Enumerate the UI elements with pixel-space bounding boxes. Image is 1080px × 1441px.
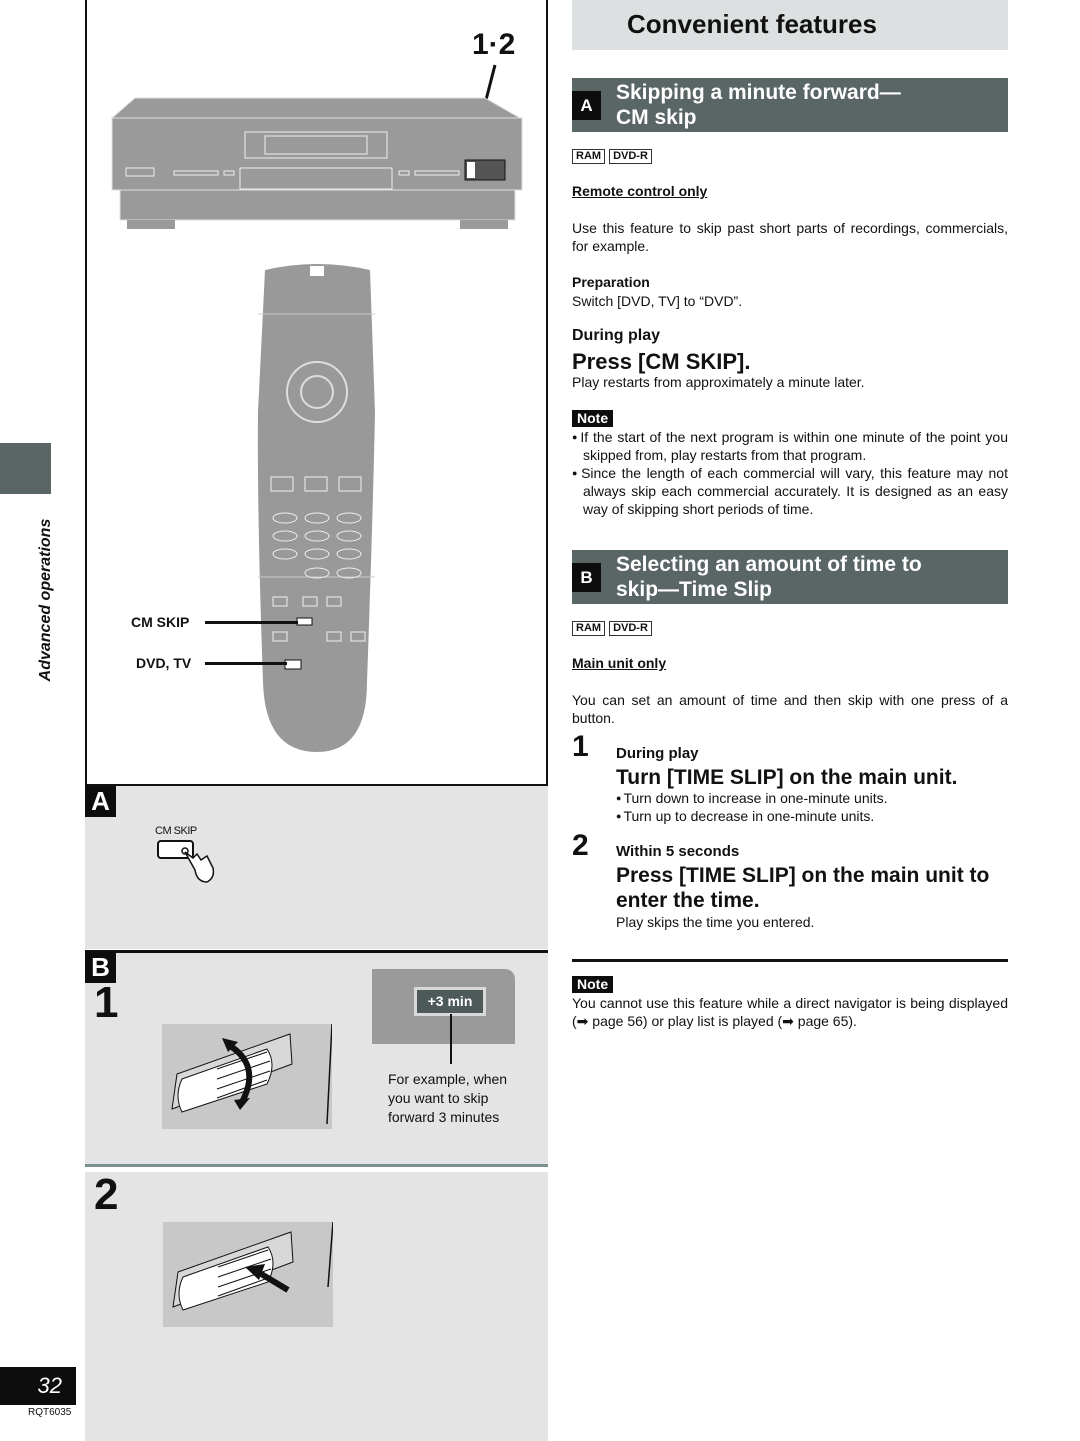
step-action: Press [TIME SLIP] on the main unit to en…	[616, 864, 990, 912]
callout-line	[205, 662, 287, 665]
note-label: Note	[572, 976, 614, 993]
section-b-title: Selecting an amount of time to skip—Time…	[616, 553, 922, 601]
disc-type-tags: RAM DVD-R	[572, 149, 652, 164]
section-a-letter: A	[572, 91, 601, 120]
section-a-title: Skipping a minute forward— CM skip	[616, 81, 901, 129]
step-bullets: Turn down to increase in one-minute unit…	[616, 789, 996, 825]
note-label: Note	[572, 410, 614, 427]
callout-cm-skip: CM SKIP	[131, 614, 190, 630]
section-b-letter: B	[572, 563, 601, 592]
scope-label: Main unit only	[572, 655, 667, 671]
note-item: Since the length of each commercial will…	[572, 464, 1008, 518]
preparation-text: Switch [DVD, TV] to “DVD”.	[572, 293, 743, 309]
cm-skip-button-label: CM SKIP	[155, 825, 197, 837]
callout-line	[205, 621, 298, 624]
result-text: Play restarts from approximately a minut…	[572, 374, 865, 390]
section-tab-marker	[0, 443, 51, 494]
remote-control-illustration	[257, 264, 375, 752]
note-item: If the start of the next program is with…	[572, 428, 1008, 464]
step-condition: During play	[616, 745, 699, 762]
step-number: 1	[572, 730, 589, 763]
divider	[572, 959, 1008, 962]
document-code: RQT6035	[28, 1407, 72, 1418]
action-instruction: Press [CM SKIP].	[572, 349, 751, 374]
note-text: You cannot use this feature while a dire…	[572, 995, 1008, 1029]
note-list: If the start of the next program is with…	[572, 428, 1008, 518]
page-number: 32	[0, 1367, 76, 1405]
hand-pressing-button-icon	[157, 840, 215, 883]
disc-tag-ram: RAM	[572, 149, 606, 164]
time-slip-dial-press-illustration	[163, 1222, 333, 1327]
step-result: Play skips the time you entered.	[616, 914, 815, 930]
condition-label: During play	[572, 327, 661, 344]
page-title-bar: Convenient features	[572, 0, 1008, 50]
panel-a-letter: A	[85, 786, 116, 817]
display-readout: +3 min	[414, 987, 486, 1016]
intro-text: You can set an amount of time and then s…	[572, 692, 1008, 726]
section-b-header: B Selecting an amount of time to skip—Ti…	[572, 550, 1008, 604]
callout-dvd-tv: DVD, TV	[136, 655, 192, 671]
disc-type-tags: RAM DVD-R	[572, 621, 652, 636]
preparation-label: Preparation	[572, 274, 650, 290]
disc-tag-dvd-r: DVD-R	[609, 149, 652, 164]
step-condition: Within 5 seconds	[616, 843, 740, 860]
step-bullet: Turn down to increase in one-minute unit…	[616, 789, 996, 807]
panel-b-step-2-number: 2	[94, 1170, 119, 1219]
divider	[85, 1164, 548, 1167]
scope-label: Remote control only	[572, 183, 708, 199]
step-bullet: Turn up to decrease in one-minute units.	[616, 807, 996, 825]
section-a-header: A Skipping a minute forward— CM skip	[572, 78, 1008, 132]
callout-line	[450, 1014, 452, 1064]
intro-text: Use this feature to skip past short part…	[572, 220, 1008, 254]
step-number: 2	[572, 829, 589, 862]
page-title: Convenient features	[627, 9, 877, 39]
chapter-label: Advanced operations	[37, 518, 54, 682]
example-caption: For example, when you want to skip forwa…	[388, 1071, 508, 1125]
disc-tag-dvd-r: DVD-R	[609, 621, 652, 636]
disc-tag-ram: RAM	[572, 621, 606, 636]
panel-b-step-1: 1	[94, 978, 119, 1027]
step-action: Turn [TIME SLIP] on the main unit.	[616, 766, 958, 789]
time-slip-dial-turn-illustration	[162, 1024, 332, 1129]
